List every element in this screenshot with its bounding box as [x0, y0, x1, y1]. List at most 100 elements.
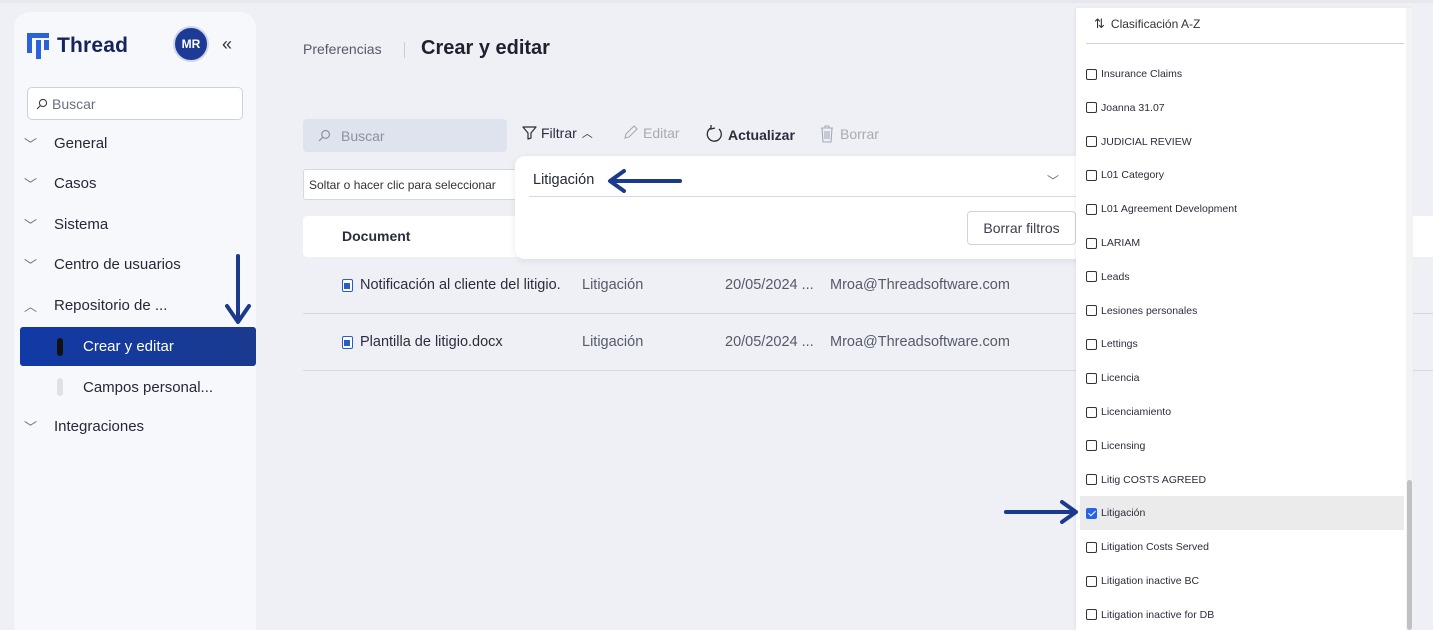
chevron-up-icon: ︿: [581, 128, 593, 140]
checkbox[interactable]: [1086, 102, 1097, 114]
collapse-sidebar-icon[interactable]: «: [222, 34, 232, 55]
document-user: Mroa@Threadsoftware.com: [830, 277, 1010, 293]
checkbox[interactable]: [1086, 68, 1097, 80]
dropdown-option-label: L01 Agreement Development: [1101, 203, 1238, 216]
nav-item-label: Sistema: [54, 216, 109, 233]
checkbox[interactable]: [1086, 237, 1097, 249]
filter-label: Filtrar: [541, 125, 577, 141]
dropdown-option[interactable]: Joanna 31.07: [1080, 91, 1404, 125]
page-title: Crear y editar: [421, 37, 550, 59]
checkbox[interactable]: [1086, 136, 1097, 148]
nav-item-label: Integraciones: [54, 418, 145, 435]
nav-item-repositorio[interactable]: ︿ Repositorio de ...: [24, 296, 167, 315]
checkbox-checked[interactable]: [1086, 507, 1097, 519]
document-category: Litigación: [582, 277, 644, 293]
dropdown-option[interactable]: Litigation inactive for DB: [1080, 598, 1404, 630]
category-dropdown-list: ⇅ Clasificación A-Z Insurance Claims Joan…: [1076, 8, 1413, 630]
dropdown-option[interactable]: Leads: [1080, 260, 1404, 294]
nav-item-integraciones[interactable]: ﹀ Integraciones: [24, 417, 144, 436]
chevron-down-icon: ﹀: [24, 258, 38, 273]
user-avatar[interactable]: MR: [173, 26, 209, 62]
checkbox[interactable]: [1086, 203, 1097, 215]
dropdown-option[interactable]: Insurance Claims: [1080, 57, 1404, 91]
brand-logo[interactable]: Thread: [27, 33, 128, 59]
nav-item-casos[interactable]: ﹀ Casos: [24, 174, 97, 193]
nav-item-label: Centro de usuarios: [54, 256, 181, 273]
delete-button[interactable]: Borrar: [819, 125, 879, 143]
filter-button[interactable]: Filtrar ︿: [522, 125, 593, 141]
checkbox[interactable]: [1086, 372, 1097, 384]
document-date: 20/05/2024 ...: [725, 277, 814, 293]
dropdown-option-label: JUDICIAL REVIEW: [1101, 135, 1192, 148]
dropdown-option-label: Litigación: [1101, 507, 1146, 520]
sort-label: Clasificación A-Z: [1110, 17, 1201, 31]
nav-item-label: Casos: [54, 175, 97, 192]
nav-subitem-crear-editar[interactable]: Crear y editar: [20, 327, 256, 366]
dropdown-option[interactable]: Litigation Costs Served: [1080, 530, 1404, 564]
checkbox[interactable]: [1086, 271, 1097, 283]
chevron-down-icon[interactable]: ﹀: [1047, 172, 1059, 189]
document-name[interactable]: Notificación al cliente del litigio.: [360, 277, 561, 293]
dropdown-option-label: Licencia: [1101, 372, 1140, 385]
dropdown-option[interactable]: L01 Agreement Development: [1080, 192, 1404, 226]
checkbox[interactable]: [1086, 406, 1097, 418]
dropdown-option[interactable]: Licenciamiento: [1080, 395, 1404, 429]
search-icon: [318, 129, 331, 142]
dropdown-scrollbar-thumb[interactable]: [1407, 480, 1412, 630]
document-name[interactable]: Plantilla de litigio.docx: [360, 334, 503, 350]
chevron-down-icon: ﹀: [24, 177, 38, 192]
group-drop-zone[interactable]: Soltar o hacer clic para seleccionar: [303, 169, 523, 200]
nav-item-label: Repositorio de ...: [54, 297, 168, 314]
nav-item-sistema[interactable]: ﹀ Sistema: [24, 215, 108, 234]
dropdown-option[interactable]: JUDICIAL REVIEW: [1080, 125, 1404, 159]
nav-item-centro-usuarios[interactable]: ﹀ Centro de usuarios: [24, 255, 181, 274]
dropdown-option-label: Litigation inactive for DB: [1101, 608, 1215, 621]
document-user: Mroa@Threadsoftware.com: [830, 334, 1010, 350]
inactive-indicator: [57, 378, 63, 396]
word-document-icon: [342, 279, 353, 292]
dropdown-option[interactable]: Litigación: [1080, 496, 1404, 531]
dropdown-option-label: Litigation inactive BC: [1101, 575, 1200, 587]
dropdown-option[interactable]: LARIAM: [1080, 226, 1404, 260]
checkbox[interactable]: [1086, 609, 1097, 621]
dropdown-option[interactable]: Litigation inactive BC: [1080, 564, 1404, 598]
checkbox[interactable]: [1086, 338, 1097, 350]
nav-subitem-campos-personalizados[interactable]: Campos personal...: [20, 376, 256, 398]
document-category: Litigación: [582, 334, 644, 350]
sort-az-option[interactable]: ⇅ Clasificación A-Z: [1094, 16, 1200, 32]
filter-category-select[interactable]: Litigación: [533, 172, 594, 188]
chevron-down-icon: ﹀: [24, 218, 38, 233]
checkbox[interactable]: [1086, 575, 1097, 587]
checkbox[interactable]: [1086, 440, 1097, 452]
dropdown-option[interactable]: Licencia: [1080, 361, 1404, 395]
checkbox[interactable]: [1086, 474, 1097, 486]
toolbar-search-placeholder: Buscar: [341, 127, 385, 144]
search-icon: [36, 98, 48, 109]
column-header-document[interactable]: Document: [342, 228, 410, 244]
sidebar-search-placeholder: Buscar: [52, 95, 96, 112]
toolbar-search-input[interactable]: Buscar: [303, 119, 507, 152]
sidebar-search-input[interactable]: Buscar: [27, 87, 243, 120]
dropdown-option[interactable]: Litig COSTS AGREED: [1080, 463, 1404, 497]
dropdown-option-label: Licenciamiento: [1101, 406, 1172, 418]
delete-label: Borrar: [840, 126, 879, 142]
edit-button[interactable]: Editar: [622, 125, 680, 141]
checkbox[interactable]: [1086, 305, 1097, 317]
refresh-label: Actualizar: [728, 126, 795, 143]
checkbox[interactable]: [1086, 541, 1097, 553]
dropdown-option[interactable]: Lettings: [1080, 327, 1404, 361]
checkbox[interactable]: [1086, 169, 1097, 181]
dropdown-option[interactable]: Licensing: [1080, 429, 1404, 463]
refresh-button[interactable]: Actualizar: [705, 125, 795, 144]
breadcrumb[interactable]: Preferencias: [303, 41, 382, 57]
pencil-icon: [624, 125, 638, 139]
active-indicator: [57, 337, 63, 356]
nav-item-general[interactable]: ﹀ General: [24, 134, 107, 153]
dropdown-option[interactable]: L01 Category: [1080, 158, 1404, 192]
filter-icon: [522, 126, 537, 140]
annotation-arrow-right: [1004, 500, 1078, 524]
dropdown-option-label: Litig COSTS AGREED: [1101, 473, 1207, 486]
clear-filters-button[interactable]: Borrar filtros: [967, 211, 1076, 245]
top-border: [0, 0, 1433, 3]
dropdown-option[interactable]: Lesiones personales: [1080, 294, 1404, 328]
